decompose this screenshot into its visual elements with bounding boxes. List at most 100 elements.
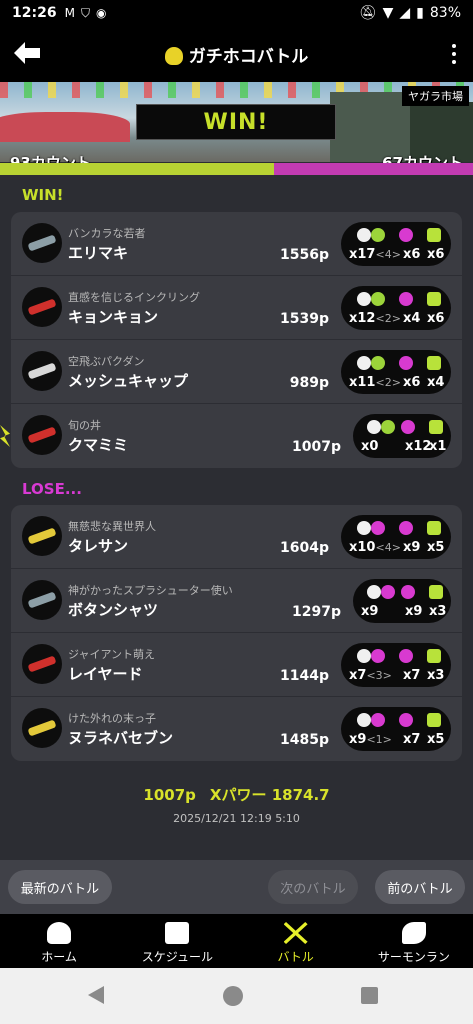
win-team-label: WIN!: [22, 186, 64, 204]
special-use-icon: [401, 585, 415, 599]
special-count: x4: [427, 375, 445, 390]
special-count: x3: [427, 668, 445, 683]
player-row[interactable]: 無慈悲な異世界人 タレサン 1604p x10<4> x9 x5: [11, 505, 462, 569]
player-name: エリマキ: [68, 244, 129, 262]
special-count: x5: [427, 540, 445, 555]
player-title: 無慈悲な異世界人: [68, 520, 156, 533]
kill-icon: [357, 713, 371, 727]
player-power: 1485p: [280, 732, 329, 748]
player-power: 1604p: [280, 540, 329, 556]
latest-battle-button[interactable]: 最新のバトル: [8, 870, 112, 904]
wifi-icon: ▼: [382, 5, 394, 21]
player-row[interactable]: 旬の丼 クマミミ 1007p x0 x12 x1: [11, 404, 462, 468]
kill-icon: [357, 356, 371, 370]
kill-icon: [357, 521, 371, 535]
player-power: 989p: [289, 375, 329, 391]
stage-name: ヤガラ市場: [402, 86, 469, 106]
battle-icon: [283, 922, 308, 944]
special-weapon-icon: [427, 292, 441, 306]
weapon-icon: [22, 644, 62, 684]
kill-icon: [357, 649, 371, 663]
special-use-icon: [399, 521, 413, 535]
kill-icon: [367, 585, 381, 599]
tab-salmon-run[interactable]: サーモンラン: [355, 914, 473, 968]
special-use-icon: [399, 649, 413, 663]
kill-count: x17: [349, 247, 376, 262]
player-name: クマミミ: [68, 436, 129, 454]
score-bar-our-team: [0, 163, 275, 175]
system-back-icon[interactable]: [88, 986, 104, 1004]
kill-count: x12: [349, 311, 376, 326]
special-use-count: x6: [403, 247, 421, 262]
tab-battle[interactable]: バトル: [237, 914, 355, 968]
summary-power: 1007p: [143, 786, 196, 804]
clock: 12:26: [12, 5, 57, 21]
ink-icon: [371, 292, 385, 306]
special-count: x5: [427, 732, 445, 747]
player-name: ボタンシャツ: [68, 601, 159, 619]
player-row[interactable]: ジャイアント萌え レイヤード 1144p x7<3> x7 x3: [11, 633, 462, 697]
special-use-icon: [399, 228, 413, 242]
special-count: x6: [427, 247, 445, 262]
player-row[interactable]: 神がかったスプラシューター使い ボタンシャツ 1297p x9 x9 x3: [11, 569, 462, 633]
battery-level: 83%: [429, 5, 461, 21]
player-stats: x12<2> x4 x6: [341, 286, 451, 330]
win-team-list: バンカラな若者 エリマキ 1556p x17<4> x6 x6 直感を信じるイン…: [11, 212, 462, 468]
ink-icon: [381, 585, 395, 599]
tab-schedule[interactable]: スケジュール: [118, 914, 236, 968]
special-use-icon: [399, 292, 413, 306]
player-power: 1539p: [280, 311, 329, 327]
squid-icon: [47, 922, 72, 944]
kill-count: x10: [349, 540, 376, 555]
player-stats: x11<2> x6 x4: [341, 350, 451, 394]
kill-count: x0: [361, 439, 379, 454]
player-row[interactable]: 直感を信じるインクリング キョンキョン 1539p x12<2> x4 x6: [11, 276, 462, 340]
player-name: ヌラネバセブン: [68, 729, 174, 747]
prev-battle-button[interactable]: 前のバトル: [375, 870, 465, 904]
assist-count: <4>: [375, 541, 401, 554]
ink-icon: [371, 356, 385, 370]
overflow-menu-icon[interactable]: [451, 44, 457, 64]
kill-count: x7: [349, 668, 367, 683]
ink-icon: [371, 713, 385, 727]
player-row[interactable]: バンカラな若者 エリマキ 1556p x17<4> x6 x6: [11, 212, 462, 276]
special-use-icon: [401, 420, 415, 434]
player-stats: x7<3> x7 x3: [341, 643, 451, 687]
notification-icons: M ⛉ ◉: [65, 6, 107, 21]
player-stats: x0 x12 x1: [353, 414, 451, 458]
player-title: けた外れの末っ子: [68, 712, 156, 725]
special-weapon-icon: [427, 713, 441, 727]
special-count: x6: [427, 311, 445, 326]
system-home-icon[interactable]: [223, 986, 243, 1006]
battle-datetime: 2025/12/21 12:19 5:10: [173, 812, 300, 825]
lose-team-list: 無慈悲な異世界人 タレサン 1604p x10<4> x9 x5 神がかったスプ…: [11, 505, 462, 761]
player-row[interactable]: けた外れの末っ子 ヌラネバセブン 1485p x9<1> x7 x5: [11, 697, 462, 761]
special-use-count: x9: [405, 604, 423, 619]
player-row[interactable]: 空飛ぶパクダン メッシュキャップ 989p x11<2> x6 x4: [11, 340, 462, 404]
special-use-count: x7: [403, 732, 421, 747]
special-weapon-icon: [427, 521, 441, 535]
battery-icon: ▮: [416, 5, 424, 21]
weapon-icon: [22, 415, 62, 455]
score-bar: [0, 163, 473, 175]
result-badge: WIN!: [136, 104, 336, 140]
mail-icon: M: [64, 5, 75, 20]
special-count: x1: [429, 439, 447, 454]
assist-count: <2>: [375, 312, 401, 325]
weapon-icon: [22, 580, 62, 620]
system-indicators: 🔕︎ ▼ ◢ ▮ 83%: [359, 5, 461, 21]
kill-icon: [357, 292, 371, 306]
player-name: キョンキョン: [68, 308, 159, 326]
special-use-count: x4: [403, 311, 421, 326]
battle-nav-bar: 最新のバトル 次のバトル 前のバトル: [0, 860, 473, 914]
battle-summary: 1007p Xパワー 1874.7: [0, 784, 473, 805]
special-use-count: x9: [403, 540, 421, 555]
system-recents-icon[interactable]: [361, 987, 378, 1004]
summary-xpower: Xパワー 1874.7: [209, 786, 330, 804]
status-bar: 12:26 M ⛉ ◉ 🔕︎ ▼ ◢ ▮ 83%: [0, 0, 473, 26]
tab-home[interactable]: ホーム: [0, 914, 118, 968]
self-marker-icon: [0, 425, 10, 447]
salmon-icon: [401, 922, 426, 944]
player-stats: x9<1> x7 x5: [341, 707, 451, 751]
next-battle-button[interactable]: 次のバトル: [268, 870, 358, 904]
